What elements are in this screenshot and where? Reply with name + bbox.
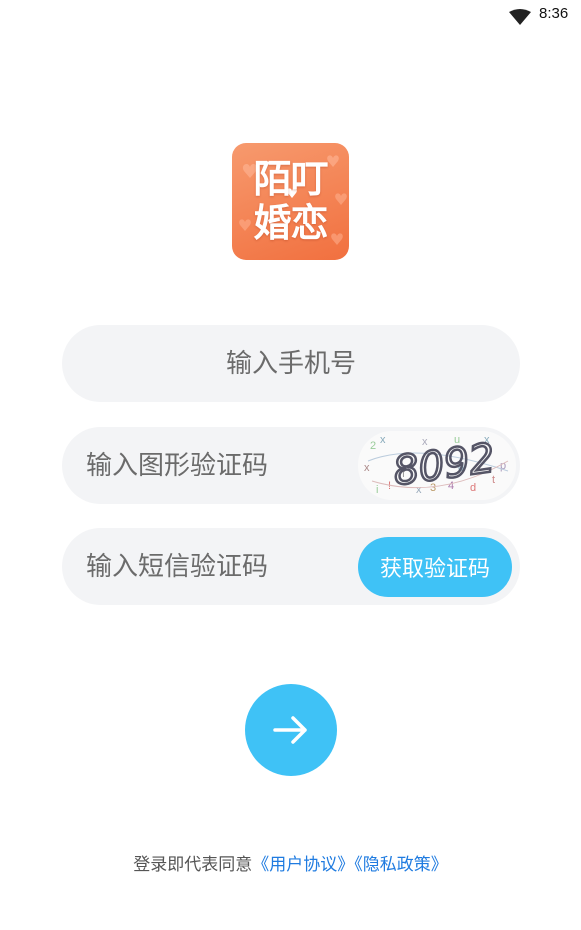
captcha-image[interactable]: 2 x x ! f x 3 4 d d x p t u x i 8092 <box>358 431 516 500</box>
status-bar: 8:36 <box>0 0 581 32</box>
submit-button[interactable] <box>245 684 337 776</box>
svg-text:i: i <box>376 484 378 496</box>
agreement-text: 登录即代表同意《用户协议》《隐私政策》 <box>0 850 581 875</box>
sms-field: 获取验证码 <box>62 528 520 605</box>
agreement-prefix: 登录即代表同意 <box>133 855 253 875</box>
logo-line1: 陌叮 <box>253 157 328 201</box>
captcha-input[interactable] <box>86 427 346 504</box>
wifi-icon <box>509 9 531 25</box>
status-time: 8:36 <box>539 5 569 22</box>
phone-field <box>62 325 520 402</box>
app-logo: 陌叮 婚恋 <box>232 143 349 260</box>
logo-line2: 婚恋 <box>253 201 328 245</box>
svg-text:x: x <box>364 462 370 474</box>
sms-code-input[interactable] <box>86 528 346 605</box>
svg-text:x: x <box>380 434 386 446</box>
privacy-policy-link[interactable]: 《隐私政策》 <box>354 855 448 875</box>
get-code-button[interactable]: 获取验证码 <box>358 537 512 597</box>
svg-text:!: ! <box>388 480 391 492</box>
user-agreement-link[interactable]: 《用户协议》 <box>252 855 354 875</box>
captcha-field: 2 x x ! f x 3 4 d d x p t u x i 8092 <box>62 427 520 504</box>
phone-input[interactable] <box>62 325 520 402</box>
captcha-text: 8092 <box>391 435 498 495</box>
svg-text:2: 2 <box>370 440 376 452</box>
arrow-right-icon <box>273 716 307 744</box>
